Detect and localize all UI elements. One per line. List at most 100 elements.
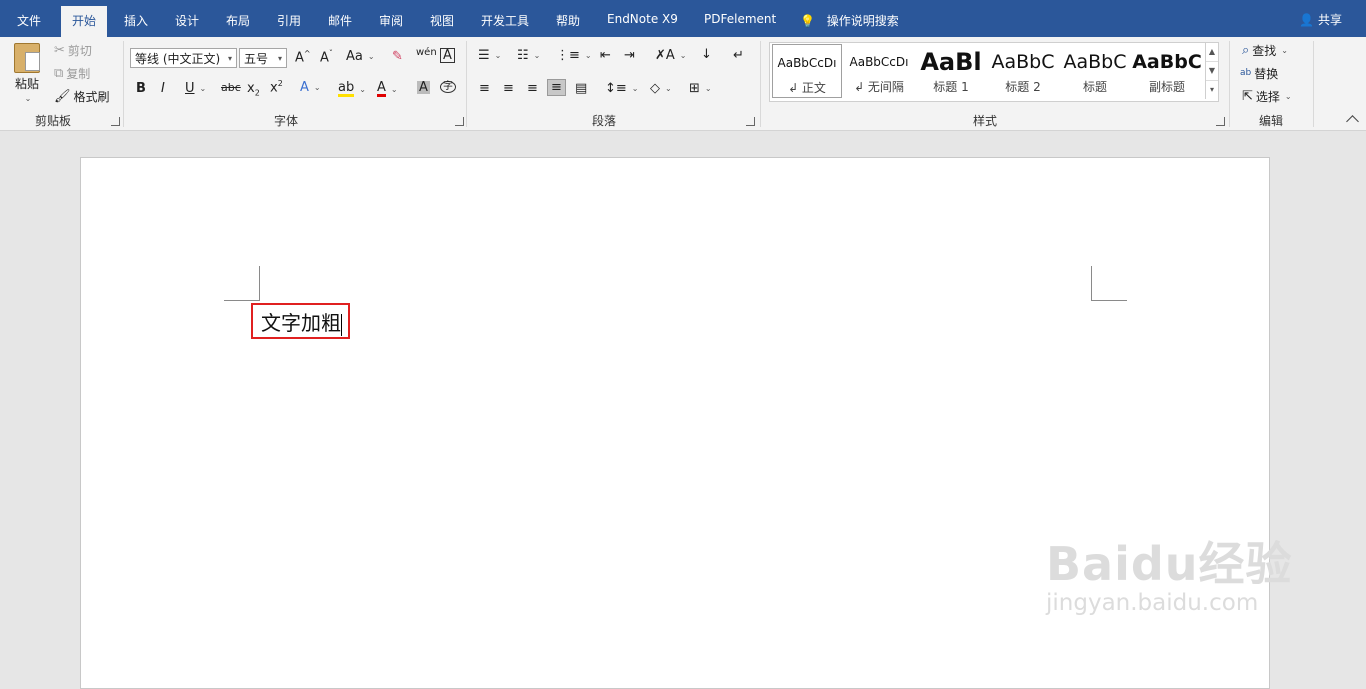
increase-indent-button[interactable]: ⇥: [624, 49, 635, 62]
phonetic-guide-button[interactable]: wén: [416, 48, 437, 58]
style-subtitle[interactable]: AaBbC 副标题: [1132, 44, 1202, 98]
show-marks-button[interactable]: ↵: [733, 49, 744, 62]
font-name-combo[interactable]: 等线 (中文正文) ▾: [130, 48, 237, 68]
char-shading-button[interactable]: A: [417, 81, 430, 94]
document-text[interactable]: 文字加粗: [261, 311, 341, 335]
paint-bucket-icon: ◇: [650, 81, 660, 96]
chinese-layout-button[interactable]: ✗A ⌄: [655, 49, 687, 62]
align-left-button[interactable]: ≡: [479, 82, 490, 95]
style-normal[interactable]: AaBbCcDı ↲ 正文: [772, 44, 842, 98]
paste-button[interactable]: 粘贴 ⌄: [14, 43, 40, 103]
tab-developer[interactable]: 开发工具: [481, 12, 529, 29]
tab-mailings[interactable]: 邮件: [328, 12, 352, 29]
tab-references[interactable]: 引用: [277, 12, 301, 29]
tab-review[interactable]: 审阅: [379, 12, 403, 29]
strikethrough-button[interactable]: abc: [221, 82, 241, 93]
style-heading-2[interactable]: AaBbC 标题 2: [988, 44, 1058, 98]
style-sample: AaBl: [920, 48, 982, 76]
style-name: 副标题: [1148, 80, 1185, 94]
multilevel-list-button[interactable]: ⋮≡ ⌄: [556, 49, 592, 62]
grow-font-icon: A^: [295, 49, 311, 66]
line-spacing-button[interactable]: ↕≡ ⌄: [605, 82, 639, 95]
underline-button[interactable]: U ⌄: [185, 82, 206, 95]
italic-button[interactable]: I: [161, 82, 165, 95]
font-color-button[interactable]: A ⌄: [377, 81, 398, 97]
bullet-list-icon: ☰: [478, 48, 490, 63]
change-case-button[interactable]: Aa ⌄: [346, 50, 375, 63]
bullets-button[interactable]: ☰ ⌄: [478, 49, 501, 62]
style-sample: AaBbC: [1063, 51, 1127, 73]
scroll-up-icon[interactable]: ▲: [1206, 43, 1218, 62]
tab-home[interactable]: 开始: [61, 6, 108, 37]
chevron-down-icon: ⌄: [390, 84, 398, 94]
subscript-button[interactable]: x2: [247, 82, 260, 98]
text-effects-button[interactable]: A ⌄: [300, 81, 321, 94]
cut-button[interactable]: ✂ 剪切: [54, 42, 92, 59]
share-button[interactable]: 👤 共享: [1299, 11, 1342, 28]
paintbrush-icon: 🖌: [54, 89, 71, 104]
chevron-down-icon: ⌄: [584, 51, 592, 60]
margin-corner-top-right: [1091, 266, 1127, 301]
tab-layout[interactable]: 布局: [226, 12, 250, 29]
shading-button[interactable]: ◇ ⌄: [650, 82, 672, 95]
select-button[interactable]: ⇱ 选择 ⌄: [1242, 88, 1292, 105]
copy-button[interactable]: ⧉ 复制: [54, 65, 90, 82]
distributed-button[interactable]: ▤: [575, 82, 587, 95]
change-case-icon: Aa: [346, 49, 363, 64]
chevron-down-icon: ▾: [277, 53, 282, 63]
scissors-icon: ✂: [54, 43, 65, 58]
clear-format-button[interactable]: ✎: [392, 50, 403, 63]
italic-icon: I: [161, 81, 165, 96]
distributed-icon: ▤: [575, 81, 588, 96]
align-right-button[interactable]: ≡: [527, 82, 538, 95]
styles-launcher[interactable]: [1216, 117, 1225, 126]
tab-insert[interactable]: 插入: [124, 12, 148, 29]
highlight-button[interactable]: ab ⌄: [338, 81, 366, 97]
group-divider: [1313, 41, 1314, 127]
tab-endnote[interactable]: EndNote X9: [607, 12, 678, 26]
document-text-selection[interactable]: 文字加粗: [251, 303, 350, 339]
tab-view[interactable]: 视图: [430, 12, 454, 29]
replace-icon: ab: [1240, 68, 1252, 78]
tab-help[interactable]: 帮助: [556, 12, 580, 29]
char-border-button[interactable]: A: [440, 48, 455, 63]
sort-button[interactable]: ↓: [701, 48, 712, 61]
justify-button[interactable]: ≡: [547, 79, 566, 96]
font-launcher[interactable]: [455, 117, 464, 126]
tab-pdfelement[interactable]: PDFelement: [704, 12, 776, 26]
font-size-combo[interactable]: 五号 ▾: [239, 48, 287, 68]
grow-font-button[interactable]: A^: [295, 49, 311, 66]
more-styles-icon[interactable]: ▾: [1206, 81, 1218, 99]
enclose-char-button[interactable]: 字: [440, 81, 456, 93]
style-title[interactable]: AaBbC 标题: [1060, 44, 1130, 98]
scroll-down-icon[interactable]: ▼: [1206, 62, 1218, 81]
style-sample: AaBbC: [991, 51, 1055, 73]
watermark-brand: Baidu经验: [1046, 537, 1293, 591]
tell-me-search[interactable]: 💡 操作说明搜索: [800, 12, 899, 29]
font-group-label: 字体: [274, 114, 299, 128]
highlighter-icon: ab: [338, 80, 355, 97]
bold-button[interactable]: B: [136, 82, 146, 95]
shrink-font-button[interactable]: Aˇ: [320, 50, 333, 65]
style-no-spacing[interactable]: AaBbCcDı ↲ 无间隔: [844, 44, 914, 98]
copy-icon: ⧉: [54, 66, 64, 81]
numbering-button[interactable]: ☷ ⌄: [517, 49, 540, 62]
lightbulb-icon: 💡: [800, 14, 815, 28]
tab-file[interactable]: 文件: [17, 12, 41, 29]
borders-button[interactable]: ⊞ ⌄: [689, 82, 712, 95]
align-center-button[interactable]: ≡: [503, 82, 514, 95]
style-name: 标题: [1082, 80, 1107, 94]
chevron-down-icon: ⌄: [199, 84, 207, 93]
replace-label: 替换: [1254, 67, 1279, 81]
paste-label: 粘贴: [14, 77, 39, 91]
superscript-button[interactable]: x2: [270, 80, 283, 95]
paragraph-launcher[interactable]: [746, 117, 755, 126]
format-painter-button[interactable]: 🖌 格式刷: [54, 88, 110, 105]
replace-button[interactable]: ab 替换: [1240, 65, 1278, 82]
clipboard-launcher[interactable]: [111, 117, 120, 126]
style-heading-1[interactable]: AaBl 标题 1: [916, 44, 986, 98]
styles-scroll[interactable]: ▲ ▼ ▾: [1205, 43, 1218, 99]
find-button[interactable]: ⌕ 查找 ⌄: [1242, 42, 1288, 59]
tab-design[interactable]: 设计: [175, 12, 199, 29]
decrease-indent-button[interactable]: ⇤: [600, 49, 611, 62]
